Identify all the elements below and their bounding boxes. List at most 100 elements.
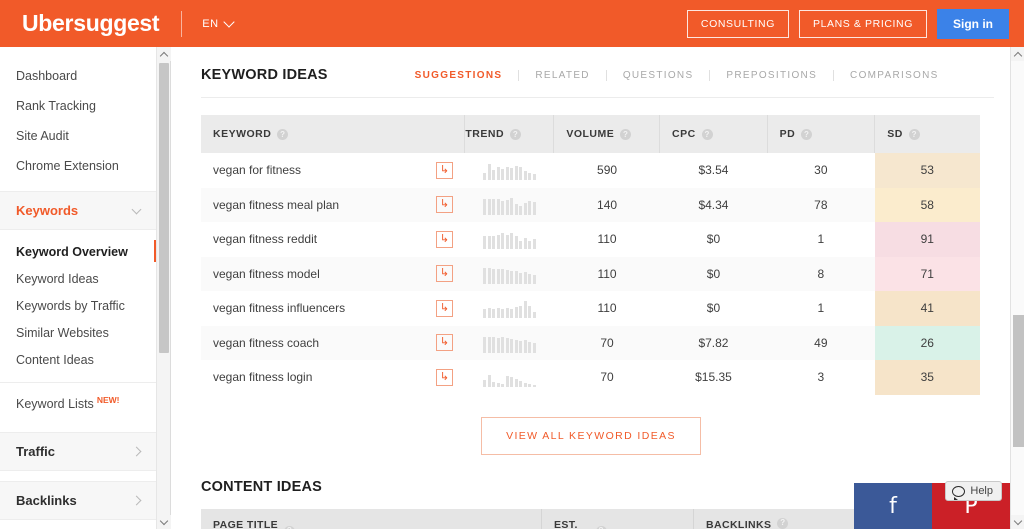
keyword-link[interactable]: vegan for fitness (213, 163, 301, 177)
sidebar-item-chrome-extension[interactable]: Chrome Extension (0, 151, 156, 181)
table-row[interactable]: vegan fitness coach ↳ 70 $7.82 49 26 (201, 325, 980, 361)
tab-related[interactable]: RELATED (518, 69, 605, 81)
table-row[interactable]: vegan fitness login ↳ 70 $15.35 3 35 (201, 360, 980, 395)
cell-pd: 8 (817, 266, 825, 281)
plans-pricing-button[interactable]: PLANS & PRICING (798, 9, 927, 38)
cell-keyword: vegan fitness login (201, 360, 424, 395)
sign-in-button[interactable]: Sign in (937, 8, 1009, 39)
arrow-turn-down-right-icon[interactable]: ↳ (436, 230, 454, 248)
table-row[interactable]: vegan fitness reddit ↳ 110 $0 1 91 (201, 222, 980, 257)
page-scroll-up-button[interactable] (1011, 47, 1024, 61)
sidebar-scroll-down-button[interactable] (157, 515, 171, 529)
column-header-sd-label: SD (887, 128, 903, 140)
column-header-est-visits[interactable]: EST. VISITS ? (541, 508, 693, 529)
keyword-link[interactable]: vegan fitness login (213, 370, 312, 384)
arrow-turn-down-right-icon[interactable]: ↳ (436, 334, 454, 352)
sidebar-group-backlinks[interactable]: Backlinks (0, 481, 156, 521)
sidebar-item-keyword-lists[interactable]: Keyword Lists NEW! (0, 383, 156, 422)
keyword-link[interactable]: vegan fitness coach (213, 336, 319, 350)
view-all-keyword-ideas-button[interactable]: VIEW ALL KEYWORD IDEAS (481, 416, 701, 455)
column-header-volume[interactable]: VOLUME ? (553, 115, 659, 153)
column-header-trend[interactable]: TREND ? (464, 115, 553, 153)
sidebar-item-keyword-ideas[interactable]: Keyword Ideas (0, 265, 156, 292)
column-header-page-title-url[interactable]: PAGE TITLE URL ? (201, 509, 541, 529)
arrow-turn-down-right-icon[interactable]: ↳ (436, 368, 454, 386)
sidebar-item-site-audit[interactable]: Site Audit (0, 121, 156, 151)
sidebar-item-keyword-overview[interactable]: Keyword Overview (0, 238, 156, 265)
keyword-link[interactable]: vegan fitness meal plan (213, 198, 339, 212)
tab-suggestions[interactable]: SUGGESTIONS (399, 70, 519, 81)
cell-keyword: vegan fitness model (201, 257, 424, 292)
language-selector[interactable]: EN (202, 15, 235, 30)
facebook-share-button[interactable]: f (854, 483, 932, 529)
app-logo[interactable]: Ubersuggest (22, 10, 160, 37)
column-header-keyword-label: KEYWORD (213, 128, 272, 140)
info-icon[interactable]: ? (510, 128, 522, 140)
sidebar-item-similar-websites[interactable]: Similar Websites (0, 319, 156, 346)
sidebar-item-dashboard[interactable]: Dashboard (0, 61, 156, 91)
cell-volume: 70 (600, 370, 614, 385)
sidebar-group-backlinks-label: Backlinks (16, 493, 77, 509)
trend-sparkline (483, 195, 536, 215)
table-row[interactable]: vegan for fitness ↳ 590 $3.54 30 53 (201, 153, 980, 188)
tab-questions[interactable]: QUESTIONS (605, 69, 710, 81)
info-icon[interactable]: ? (277, 128, 289, 140)
cell-keyword: vegan fitness coach (201, 326, 424, 361)
sidebar-group-traffic[interactable]: Traffic (0, 432, 156, 472)
table-row[interactable]: vegan fitness meal plan ↳ 140 $4.34 78 58 (201, 187, 980, 223)
arrow-turn-down-right-icon[interactable]: ↳ (436, 299, 454, 317)
table-row[interactable]: vegan fitness influencers ↳ 110 $0 1 41 (201, 291, 980, 326)
info-icon[interactable]: ? (284, 525, 296, 529)
keyword-link[interactable]: vegan fitness influencers (213, 301, 345, 315)
cell-pd: 30 (814, 163, 828, 178)
view-all-wrapper: VIEW ALL KEYWORD IDEAS (172, 416, 1010, 455)
trend-sparkline (483, 298, 536, 319)
sidebar-item-rank-tracking[interactable]: Rank Tracking (0, 91, 156, 121)
top-nav-actions: CONSULTING PLANS & PRICING Sign in (686, 8, 1009, 39)
info-icon[interactable]: ? (620, 128, 632, 140)
cell-cpc: $3.54 (698, 163, 729, 178)
column-header-backlinks[interactable]: BACKLINKS ? (693, 508, 873, 529)
sidebar-scroll-up-button[interactable] (157, 47, 171, 61)
page-scroll-down-button[interactable] (1011, 515, 1024, 529)
header-divider (201, 97, 994, 98)
logo-divider (181, 10, 183, 37)
sidebar-group-keywords[interactable]: Keywords (0, 191, 156, 230)
keyword-link[interactable]: vegan fitness model (213, 267, 320, 281)
column-header-cpc[interactable]: CPC ? (659, 115, 767, 153)
page-scrollbar[interactable] (1010, 47, 1024, 529)
arrow-turn-down-right-icon[interactable]: ↳ (436, 196, 454, 214)
cell-keyword: vegan fitness meal plan (201, 188, 424, 223)
column-header-pd[interactable]: PD ? (766, 115, 875, 153)
sidebar-item-content-ideas[interactable]: Content Ideas (0, 346, 156, 373)
cell-trend (465, 153, 554, 188)
cell-row-action: ↳ (424, 222, 465, 257)
trend-sparkline (483, 333, 536, 353)
info-icon[interactable]: ? (801, 128, 813, 140)
help-widget[interactable]: Help (945, 481, 1002, 501)
info-icon[interactable]: ? (701, 128, 713, 140)
chevron-down-icon (222, 15, 235, 28)
info-icon[interactable]: ? (595, 525, 607, 529)
arrow-turn-down-right-icon[interactable]: ↳ (436, 161, 454, 179)
tab-prepositions[interactable]: PREPOSITIONS (709, 69, 833, 81)
info-icon[interactable]: ? (908, 128, 920, 140)
table-row[interactable]: vegan fitness model ↳ 110 $0 8 71 (201, 256, 980, 292)
sidebar-scrollbar-thumb[interactable] (159, 63, 169, 353)
sidebar-top-items: Dashboard Rank Tracking Site Audit Chrom… (0, 47, 156, 181)
sidebar-item-keywords-by-traffic[interactable]: Keywords by Traffic (0, 292, 156, 319)
arrow-turn-down-right-icon[interactable]: ↳ (436, 265, 454, 283)
app-root: Ubersuggest EN CONSULTING PLANS & PRICIN… (0, 0, 1024, 529)
page-scrollbar-thumb[interactable] (1013, 315, 1024, 447)
keyword-ideas-tabs: SUGGESTIONS RELATED QUESTIONS PREPOSITIO… (399, 69, 955, 81)
cell-row-action: ↳ (424, 326, 465, 361)
sidebar-scrollbar[interactable] (157, 47, 171, 529)
keyword-link[interactable]: vegan fitness reddit (213, 232, 317, 246)
sidebar-keywords-sublist: Keyword Overview Keyword Ideas Keywords … (0, 230, 156, 373)
column-header-keyword[interactable]: KEYWORD ? (201, 115, 464, 153)
tab-comparisons[interactable]: COMPARISONS (833, 69, 955, 81)
column-header-sd[interactable]: SD ? (874, 115, 980, 153)
info-icon[interactable]: ? (777, 517, 789, 529)
trend-sparkline (483, 229, 536, 250)
consulting-button[interactable]: CONSULTING (686, 9, 789, 38)
